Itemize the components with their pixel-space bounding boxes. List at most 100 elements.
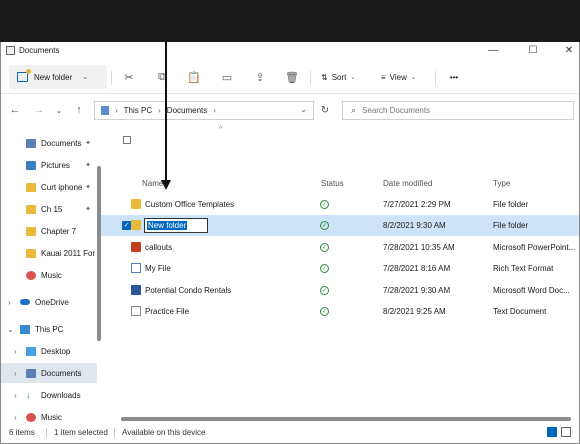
column-header-date[interactable]: Date modified (383, 175, 432, 191)
rename-input[interactable]: New folder (144, 218, 208, 233)
sort-ascending-icon: ^ (219, 126, 223, 133)
callout-arrow-rename-line (165, 40, 167, 182)
view-button[interactable]: ≡ View ⌄ (381, 69, 416, 85)
desktop-icon (26, 346, 36, 356)
row-checkbox[interactable]: ✓ (122, 221, 131, 230)
breadcrumb-separator: › (158, 106, 161, 115)
status-divider (114, 428, 115, 438)
file-row[interactable]: Potential Condo Rentals ✓ 7/28/2021 9:30 A… (101, 280, 579, 301)
new-folder-icon (17, 69, 31, 82)
sidebar-item-music[interactable]: › Music (1, 407, 97, 424)
sidebar-item-curt-iphone[interactable]: Curt iphone ✦ (1, 177, 97, 197)
download-icon: ↓ (26, 389, 31, 400)
sidebar-item-label: Music (41, 270, 62, 280)
documents-icon (26, 368, 36, 378)
forward-arrow-icon[interactable]: → (32, 103, 46, 117)
share-icon[interactable]: ⇪ (252, 69, 268, 85)
refresh-icon[interactable]: ↻ (318, 103, 332, 117)
select-all-checkbox[interactable] (123, 136, 131, 144)
column-header-type[interactable]: Type (493, 175, 510, 191)
chevron-down-icon: ⌄ (82, 74, 89, 81)
copy-icon[interactable]: ⧉ (154, 69, 170, 85)
sidebar-item-music-quick[interactable]: Music (1, 265, 97, 285)
maximize-button[interactable]: ☐ (515, 42, 551, 59)
sidebar-item-documents-quick[interactable]: Documents ✦ (1, 133, 97, 153)
search-placeholder: Search Documents (362, 106, 431, 115)
file-name: Potential Condo Rentals (145, 286, 232, 295)
available-check-icon: ✓ (320, 307, 329, 316)
rename-icon[interactable]: ▭ (219, 69, 235, 85)
file-name: Practice File (145, 307, 190, 316)
up-arrow-icon[interactable]: ↑ (72, 103, 86, 117)
address-dropdown-icon[interactable]: ⌄ (300, 105, 307, 114)
sidebar-item-this-pc[interactable]: ⌄ This PC (1, 319, 97, 339)
sidebar-item-kauai[interactable]: Kauai 2011 For (1, 243, 97, 263)
toolbar-divider (111, 71, 112, 85)
file-row[interactable]: callouts ✓ 7/28/2021 10:35 AM Microsoft Pow… (101, 237, 579, 258)
chevron-down-icon: ⌄ (350, 74, 356, 81)
file-row[interactable]: Custom Office Templates ✓ 7/27/2021 2:29 P… (101, 194, 579, 215)
tiles-view-icon[interactable] (561, 427, 571, 437)
word-icon (131, 285, 141, 295)
file-row[interactable]: My File ✓ 7/28/2021 8:16 AM Rich Text Forma… (101, 258, 579, 279)
more-options-icon[interactable]: ••• (445, 69, 463, 85)
file-status: ✓ (320, 280, 329, 301)
sidebar-item-label: Downloads (41, 390, 81, 400)
collapse-chevron-icon[interactable]: ⌄ (7, 325, 14, 334)
sidebar-item-label: Desktop (41, 346, 71, 356)
sidebar-item-desktop[interactable]: › Desktop (1, 341, 97, 361)
address-bar[interactable]: › This PC › Documents › ⌄ (94, 101, 314, 120)
new-button[interactable]: New folder ⌄ (9, 65, 107, 89)
expand-chevron-icon[interactable]: › (8, 298, 11, 307)
file-row[interactable]: ✓ New folder ✓ 8/2/2021 9:30 AM File folder (101, 215, 579, 236)
file-type: File folder (493, 200, 529, 209)
sort-button[interactable]: ⇅ Sort ⌄ (321, 69, 355, 85)
expand-chevron-icon[interactable]: › (14, 413, 17, 422)
sidebar-item-onedrive[interactable]: › OneDrive (1, 292, 97, 312)
folder-icon (26, 204, 36, 214)
cut-icon[interactable]: ✂ (121, 69, 137, 85)
expand-chevron-icon[interactable]: › (14, 369, 17, 378)
sidebar-item-pictures[interactable]: Pictures ✦ (1, 155, 97, 175)
sidebar-item-downloads[interactable]: › ↓ Downloads (1, 385, 97, 405)
view-toggle (547, 427, 571, 437)
file-status: ✓ (320, 215, 329, 236)
sidebar-item-chapter-7[interactable]: Chapter 7 (1, 221, 97, 241)
navigation-pane: Documents ✦ Pictures ✦ Curt iphone ✦ Ch … (1, 128, 99, 424)
expand-chevron-icon[interactable]: › (14, 347, 17, 356)
breadcrumb-documents[interactable]: Documents (167, 106, 207, 115)
details-view-icon[interactable] (547, 427, 557, 437)
paste-icon[interactable]: 📋 (186, 69, 202, 85)
expand-chevron-icon[interactable]: › (14, 391, 17, 400)
availability-status: Available on this device (122, 428, 206, 437)
powerpoint-icon (131, 242, 141, 252)
sidebar-item-documents[interactable]: › Documents (1, 363, 97, 383)
file-row[interactable]: Practice File ✓ 8/2/2021 9:25 AM Text Docum… (101, 301, 579, 322)
sidebar-item-ch-15[interactable]: Ch 15 ✦ (1, 199, 97, 219)
folder-icon (26, 226, 36, 236)
window-title: Documents (19, 46, 60, 55)
search-box[interactable]: ⌕ Search Documents (342, 101, 574, 120)
minimize-button[interactable]: — (475, 42, 511, 59)
recent-chevron-icon[interactable]: ⌄ (52, 103, 66, 117)
sidebar-item-label: Curt iphone (41, 182, 83, 192)
file-date: 7/28/2021 10:35 AM (383, 243, 455, 252)
pin-icon: ✦ (85, 184, 91, 191)
scrollbar-thumb[interactable] (121, 417, 571, 421)
horizontal-scrollbar[interactable] (121, 417, 571, 422)
delete-icon[interactable]: 🗑 (284, 69, 300, 85)
status-divider (46, 428, 47, 438)
available-check-icon: ✓ (320, 200, 329, 209)
breadcrumb-separator: › (213, 106, 216, 115)
close-button[interactable]: ✕ (551, 42, 580, 59)
back-arrow-icon[interactable]: ← (8, 103, 22, 117)
sidebar-item-label: Documents (41, 368, 82, 378)
column-header-status[interactable]: Status (321, 175, 344, 191)
folder-icon (131, 220, 141, 230)
rename-input-text: New folder (147, 221, 188, 230)
this-pc-icon (101, 106, 109, 115)
sidebar-item-label: This PC (35, 324, 64, 334)
breadcrumb-this-pc[interactable]: This PC (124, 106, 152, 115)
file-type: Rich Text Format (493, 264, 554, 273)
folder-icon (26, 248, 36, 258)
